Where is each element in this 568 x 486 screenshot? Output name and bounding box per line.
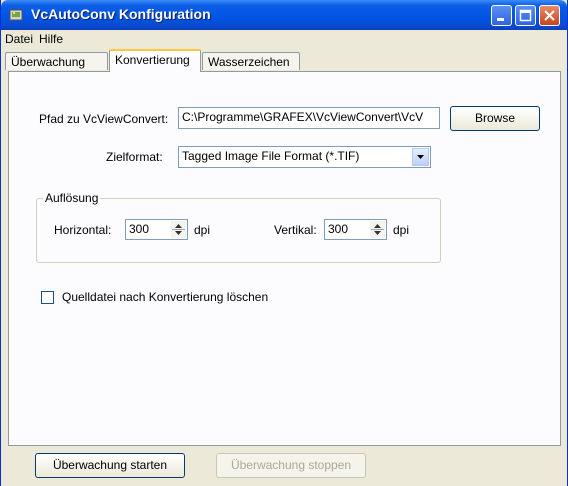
horizontal-value: 300 — [129, 222, 150, 236]
tab-konvertierung[interactable]: Konvertierung — [109, 49, 201, 72]
delete-source-label[interactable]: Quelldatei nach Konvertierung löschen — [62, 290, 268, 304]
vertical-dpi-stepper[interactable]: 300 — [324, 219, 387, 240]
tab-strip: Überwachung Konvertierung Wasserzeichen — [1, 48, 567, 72]
menu-bar: Datei Hilfe — [1, 30, 567, 48]
tab-wasserzeichen[interactable]: Wasserzeichen — [202, 52, 300, 70]
dropdown-arrow-button[interactable] — [412, 148, 429, 166]
footer-bar: Überwachung starten Überwachung stoppen — [1, 446, 567, 486]
resolution-group: Auflösung Horizontal: 300 dpi Vertikal: … — [36, 191, 441, 263]
start-monitoring-button[interactable]: Überwachung starten — [35, 453, 185, 478]
resolution-title: Auflösung — [43, 191, 101, 205]
close-icon — [544, 10, 555, 21]
format-value: Tagged Image File Format (*.TIF) — [182, 149, 360, 163]
maximize-button[interactable] — [515, 5, 536, 26]
delete-source-checkbox[interactable] — [41, 291, 54, 304]
horizontal-unit: dpi — [194, 223, 211, 237]
close-button[interactable] — [539, 5, 560, 26]
format-select[interactable]: Tagged Image File Format (*.TIF) — [178, 146, 431, 168]
app-window: VcAutoConv Konfiguration Datei Hilfe Übe… — [0, 0, 568, 486]
path-label: Pfad zu VcViewConvert: — [39, 112, 169, 126]
spinner-arrows-icon[interactable] — [370, 221, 385, 238]
menu-datei[interactable]: Datei — [5, 32, 33, 46]
window-title: VcAutoConv Konfiguration — [31, 6, 211, 22]
conversion-panel: Pfad zu VcViewConvert: C:\Programme\GRAF… — [8, 71, 561, 446]
spinner-arrows-icon[interactable] — [171, 221, 186, 238]
format-label: Zielformat: — [106, 150, 163, 164]
chevron-down-icon — [417, 155, 424, 159]
horizontal-dpi-stepper[interactable]: 300 — [125, 219, 188, 240]
tab-ueberwachung[interactable]: Überwachung — [5, 52, 108, 70]
stop-monitoring-button: Überwachung stoppen — [216, 453, 366, 478]
title-bar[interactable]: VcAutoConv Konfiguration — [1, 0, 567, 30]
vertical-value: 300 — [328, 222, 349, 236]
vertical-unit: dpi — [393, 223, 410, 237]
vertical-label: Vertikal: — [274, 223, 317, 237]
path-input[interactable]: C:\Programme\GRAFEX\VcViewConvert\VcV — [178, 107, 440, 129]
menu-hilfe[interactable]: Hilfe — [39, 32, 63, 46]
browse-button[interactable]: Browse — [450, 106, 540, 131]
minimize-icon — [497, 18, 504, 21]
maximize-icon — [519, 9, 532, 22]
minimize-button[interactable] — [491, 5, 512, 26]
horizontal-label: Horizontal: — [54, 223, 112, 237]
app-icon — [9, 9, 23, 21]
